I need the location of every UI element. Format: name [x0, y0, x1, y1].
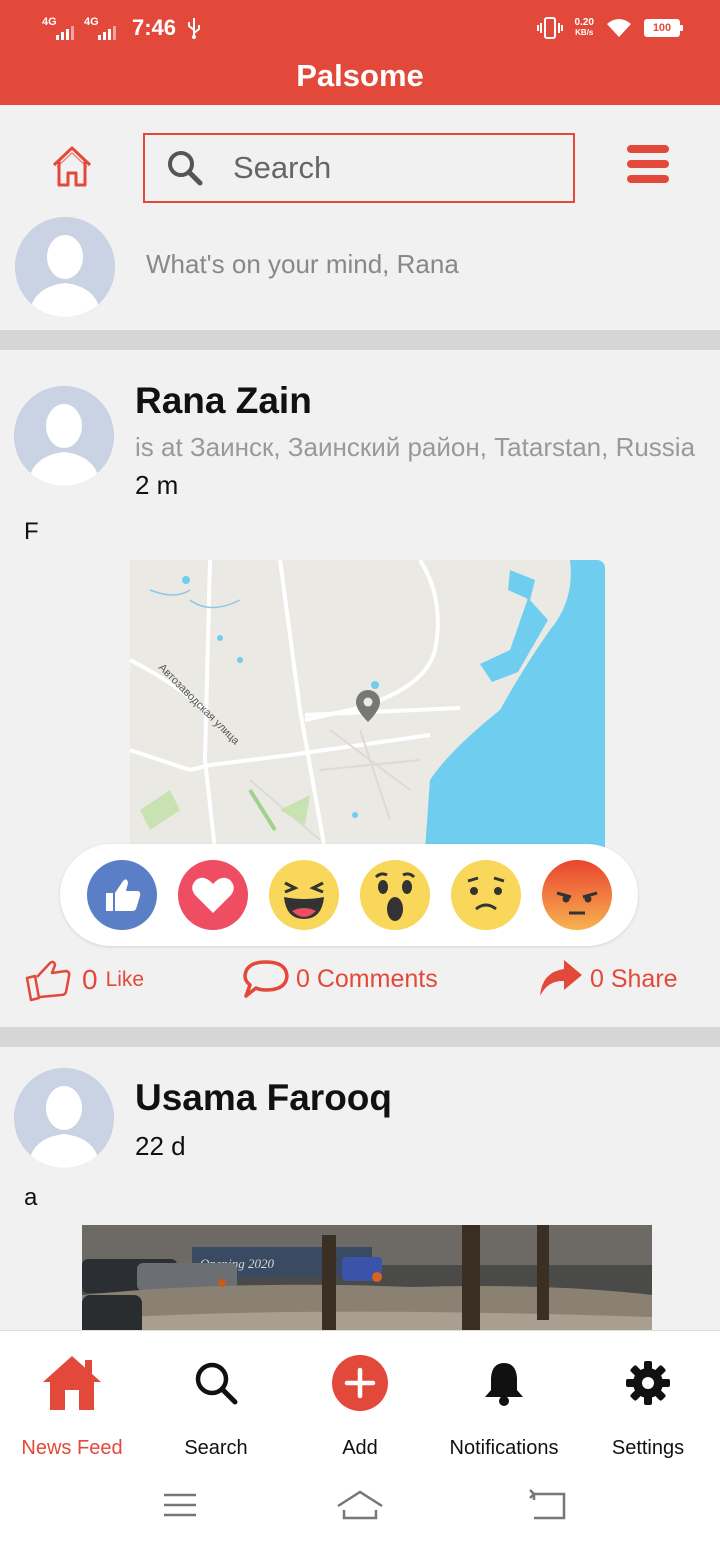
toolbar	[0, 105, 720, 215]
bell-icon	[485, 1363, 523, 1406]
nav-label: Search	[184, 1437, 248, 1459]
feed-post: Rana Zain is at Заинск, Заинский район, …	[0, 350, 720, 1027]
home-outline-icon	[52, 146, 92, 187]
reaction-love[interactable]	[177, 859, 249, 931]
network-signal-2: 4G	[84, 16, 116, 40]
system-menu-button[interactable]	[150, 1486, 210, 1526]
status-time: 7:46	[132, 15, 177, 40]
reaction-angry[interactable]	[541, 859, 613, 931]
reaction-haha[interactable]	[268, 859, 340, 931]
usb-icon	[188, 18, 201, 39]
reaction-bar	[60, 844, 638, 946]
wow-reaction-icon	[359, 860, 430, 930]
author-avatar[interactable]	[14, 386, 114, 486]
reaction-like[interactable]	[86, 859, 158, 931]
feed-divider	[0, 1027, 720, 1047]
vibrate-icon	[536, 17, 563, 39]
post-timestamp: 2 m	[135, 470, 179, 500]
network-type-1: 4G	[42, 16, 57, 28]
nav-add[interactable]: Add	[288, 1331, 432, 1471]
like-reaction-icon	[86, 860, 157, 930]
nav-notifications[interactable]: Notifications	[432, 1331, 576, 1471]
nav-news-feed[interactable]: News Feed	[0, 1331, 144, 1471]
composer-placeholder[interactable]: What's on your mind, Rana	[146, 249, 459, 280]
post-photo[interactable]: Opening 2020	[82, 1225, 652, 1330]
home-icon	[43, 1356, 101, 1410]
reaction-wow[interactable]	[359, 859, 431, 931]
home-button[interactable]	[48, 143, 96, 191]
nav-label: Add	[342, 1437, 378, 1459]
top-bar: 4G 4G 7:46 0.20 KB/s 100 Palsome	[0, 0, 720, 105]
like-button[interactable]: 0 Like	[24, 958, 144, 1002]
comment-icon	[243, 960, 289, 998]
wifi-icon	[607, 19, 631, 37]
user-silhouette-icon	[15, 217, 115, 317]
search-bar[interactable]	[143, 133, 575, 203]
nav-label: News Feed	[21, 1437, 123, 1459]
system-navigation-bar	[0, 1470, 720, 1544]
share-label: 0 Share	[590, 964, 678, 993]
menu-bar	[627, 160, 669, 168]
comments-button[interactable]: 0 Comments	[242, 958, 438, 1000]
post-author-name[interactable]: Rana Zain	[135, 380, 312, 422]
status-bar-right: 0.20 KB/s 100	[536, 14, 683, 42]
post-map[interactable]: Автозаводская улица	[130, 560, 605, 850]
comments-label: 0 Comments	[296, 964, 438, 993]
thumbs-up-icon	[25, 960, 71, 1002]
post-location: is at Заинск, Заинский район, Tatarstan,…	[135, 432, 696, 462]
user-silhouette-icon	[14, 386, 114, 486]
network-speed: 0.20 KB/s	[575, 18, 594, 38]
nav-label: Notifications	[449, 1437, 559, 1459]
post-body-text: a	[24, 1184, 38, 1211]
network-speed-unit: KB/s	[575, 28, 594, 37]
reaction-sad[interactable]	[450, 859, 522, 931]
search-icon	[168, 151, 203, 186]
bottom-navigation: News Feed Search Add Notifications Setti…	[0, 1330, 720, 1470]
user-avatar	[15, 217, 115, 317]
feed-divider	[0, 330, 720, 350]
sad-reaction-icon	[450, 860, 521, 930]
feed-post: Usama Farooq 22 d a Opening 2020	[0, 1047, 720, 1330]
search-input[interactable]	[233, 150, 553, 186]
system-home-button[interactable]	[330, 1486, 390, 1526]
angry-reaction-icon	[541, 860, 612, 930]
menu-bar	[627, 175, 669, 183]
photo-image: Opening 2020	[82, 1225, 652, 1330]
share-button[interactable]: 0 Share	[536, 958, 678, 1000]
nav-search[interactable]: Search	[144, 1331, 288, 1471]
search-icon	[195, 1362, 238, 1405]
system-home-icon	[337, 1490, 383, 1520]
post-actions: 0 Like 0 Comments 0 Share	[0, 950, 720, 1014]
network-signal-1: 4G	[42, 16, 74, 40]
user-silhouette-icon	[14, 1068, 114, 1168]
post-timestamp: 22 d	[135, 1131, 186, 1161]
menu-lines-icon	[164, 1493, 196, 1517]
map-image: Автозаводская улица	[130, 560, 605, 850]
haha-reaction-icon	[268, 860, 339, 930]
add-icon	[332, 1355, 388, 1411]
network-speed-value: 0.20	[574, 17, 594, 28]
post-composer[interactable]: What's on your mind, Rana	[0, 215, 720, 330]
gear-icon	[626, 1361, 670, 1405]
back-icon	[529, 1489, 566, 1520]
love-reaction-icon	[177, 860, 248, 930]
app-title: Palsome	[296, 58, 424, 93]
menu-button[interactable]	[627, 145, 669, 183]
menu-bar	[627, 145, 669, 153]
post-body-text: F	[24, 518, 39, 545]
like-label: Like	[105, 968, 145, 991]
network-type-2: 4G	[84, 16, 99, 28]
nav-settings[interactable]: Settings	[576, 1331, 720, 1471]
nav-label: Settings	[611, 1437, 685, 1459]
status-bar-left: 4G 4G 7:46	[42, 14, 202, 42]
like-count: 0	[82, 964, 98, 995]
system-back-button[interactable]	[518, 1486, 578, 1526]
share-icon	[540, 960, 582, 996]
author-avatar[interactable]	[14, 1068, 114, 1168]
battery-indicator: 100	[644, 19, 683, 37]
post-author-name[interactable]: Usama Farooq	[135, 1077, 392, 1119]
